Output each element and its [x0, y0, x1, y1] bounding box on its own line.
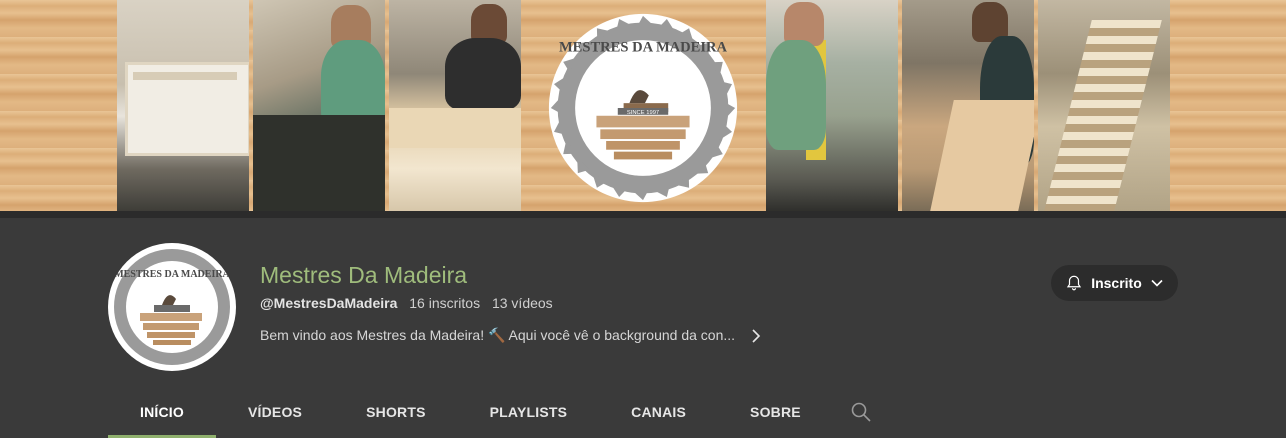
- chevron-down-icon: [1151, 279, 1163, 287]
- banner-photo-6: [1038, 0, 1170, 211]
- avatar-logo-text: MESTRES DA MADEIRA: [114, 269, 230, 280]
- channel-description[interactable]: Bem vindo aos Mestres da Madeira! 🔨 Aqui…: [260, 327, 763, 344]
- chevron-right-icon[interactable]: [749, 328, 763, 343]
- banner-photo-5: [902, 0, 1034, 211]
- tab-sobre[interactable]: SOBRE: [718, 395, 833, 437]
- banner-wood-left: [0, 0, 117, 211]
- logo-text: MESTRES DA MADEIRA: [559, 40, 728, 56]
- banner-photo-3: [389, 0, 521, 211]
- avatar-logo: MESTRES DA MADEIRA: [109, 244, 235, 370]
- channel-banner: MESTRES DA MADEIRA SINCE 1997: [0, 0, 1286, 211]
- tab-videos[interactable]: VÍDEOS: [216, 395, 334, 437]
- subscribed-button[interactable]: Inscrito: [1051, 265, 1178, 301]
- banner-logo: MESTRES DA MADEIRA SINCE 1997: [548, 13, 738, 203]
- banner-photo-1: [117, 0, 249, 211]
- logo-since: SINCE 1997: [627, 110, 659, 116]
- banner-photo-2: [253, 0, 385, 211]
- channel-meta: @MestresDaMadeira 16 inscritos 13 vídeos: [260, 295, 553, 311]
- channel-description-text: Bem vindo aos Mestres da Madeira! 🔨 Aqui…: [260, 327, 736, 343]
- subscribed-button-label: Inscrito: [1091, 275, 1142, 291]
- banner-wood-right: [1170, 0, 1286, 211]
- channel-tabs: INÍCIO VÍDEOS SHORTS PLAYLISTS CANAIS SO…: [108, 395, 833, 438]
- channel-name: Mestres Da Madeira: [260, 262, 468, 288]
- tab-shorts[interactable]: SHORTS: [334, 395, 458, 437]
- tab-playlists[interactable]: PLAYLISTS: [458, 395, 600, 437]
- tab-canais[interactable]: CANAIS: [599, 395, 718, 437]
- subscriber-count: 16 inscritos: [409, 295, 481, 311]
- bell-icon: [1067, 275, 1082, 291]
- channel-handle: @MestresDaMadeira: [260, 295, 398, 311]
- banner-separator: [0, 211, 1286, 218]
- search-icon[interactable]: [850, 401, 872, 423]
- tab-inicio[interactable]: INÍCIO: [108, 395, 216, 438]
- video-count: 13 vídeos: [491, 295, 553, 311]
- channel-avatar[interactable]: MESTRES DA MADEIRA: [108, 243, 236, 371]
- banner-photo-4: [766, 0, 898, 211]
